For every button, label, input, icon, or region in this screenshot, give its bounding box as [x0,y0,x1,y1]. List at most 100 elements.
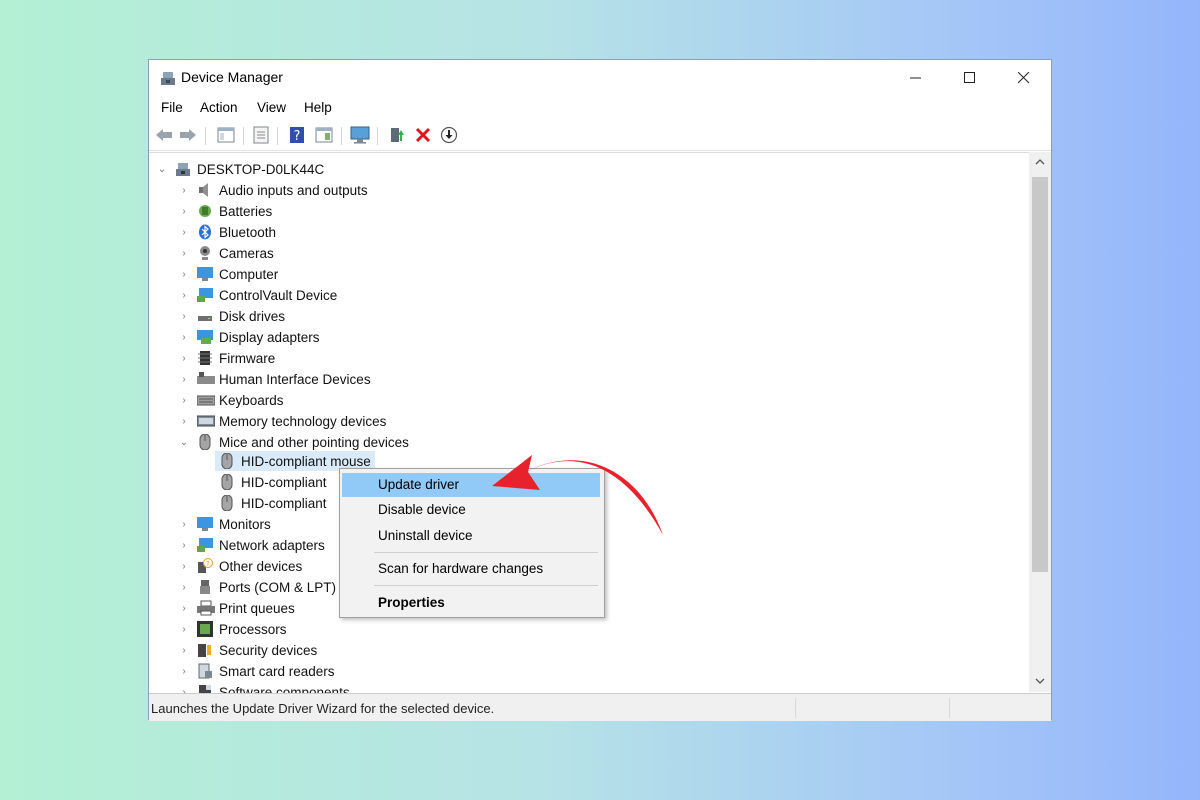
bluetooth-icon [197,224,213,240]
update-driver-toolbar-button[interactable] [386,124,408,146]
category-label: Ports (COM & LPT) [219,579,337,595]
tree-category[interactable]: › Bluetooth [179,222,276,242]
other-devices-icon: ? [197,558,213,574]
scroll-up-icon[interactable] [1035,158,1045,166]
category-label: Audio inputs and outputs [219,182,368,198]
help-icon: ? [290,127,304,144]
ctx-separator [374,552,598,553]
toolbar-separator [377,127,378,145]
device-manager-icon [161,72,175,85]
menu-help[interactable]: Help [304,100,332,115]
scroll-thumb[interactable] [1032,177,1048,572]
collapsed-caret-icon: › [182,226,186,238]
collapsed-caret-icon: › [182,602,186,614]
show-hide-console-tree-button[interactable] [215,124,237,146]
ctx-scan-hardware[interactable]: Scan for hardware changes [340,557,602,581]
collapsed-caret-icon: › [182,415,186,427]
category-label: Security devices [219,642,318,658]
window-title: Device Manager [181,69,283,85]
scan-hardware-button[interactable] [349,124,371,146]
category-label: Firmware [219,350,276,366]
tree-category[interactable]: › Firmware [179,348,275,368]
disk-drive-icon [197,308,213,324]
back-button[interactable] [153,124,175,146]
minimize-icon [910,77,921,79]
tree-category[interactable]: › Computer [179,264,278,284]
category-label: Print queues [219,600,295,616]
tree-category[interactable]: › ControlVault Device [179,285,337,305]
minimize-button[interactable] [889,60,943,96]
category-label: Computer [219,266,279,282]
tree-category[interactable]: › Smart card readers [179,661,335,681]
svg-text:?: ? [294,129,301,144]
tree-category[interactable]: › Disk drives [179,306,285,326]
enable-device-toolbar-button[interactable] [438,124,460,146]
uninstall-device-toolbar-button[interactable] [412,124,434,146]
menu-view[interactable]: View [257,100,286,115]
tree-category[interactable]: › Security devices [179,640,317,660]
mouse-icon [219,452,235,470]
software-component-icon [197,684,213,693]
collapsed-caret-icon: › [182,247,186,259]
tree-device[interactable]: HID-compliant [215,472,327,492]
maximize-icon [964,72,975,83]
root-label: DESKTOP-D0LK44C [197,161,325,177]
mouse-icon [197,433,213,451]
memory-icon [196,413,216,429]
tree-category[interactable]: › Cameras [179,243,273,263]
toolbar-separator [341,127,342,145]
ctx-uninstall-device[interactable]: Uninstall device [340,524,602,548]
tree-root[interactable]: ⌄ DESKTOP-D0LK44C [157,159,325,179]
expanded-caret-icon: ⌄ [157,163,167,175]
ctx-disable-device[interactable]: Disable device [340,498,602,522]
download-circle-icon [440,126,458,144]
properties-toolbar-button[interactable] [250,124,272,146]
toolbar-separator [243,127,244,145]
tree-category[interactable]: › Print queues [179,598,295,618]
menu-file[interactable]: File [161,100,183,115]
tree-category[interactable]: › Ports (COM & LPT) [179,577,336,597]
collapsed-caret-icon: › [182,331,186,343]
vertical-scrollbar[interactable] [1029,152,1051,692]
tree-category[interactable]: › Monitors [179,514,270,534]
collapsed-caret-icon: › [182,289,186,301]
tree-category[interactable]: › Processors [179,619,287,639]
tree-category[interactable]: › Network adapters [179,535,325,555]
tree-category[interactable]: › Human Interface Devices [179,369,370,389]
collapsed-caret-icon: › [182,518,186,530]
speaker-icon [197,182,213,198]
status-divider [795,698,796,718]
show-action-pane-button[interactable] [313,124,335,146]
scroll-down-icon[interactable] [1035,677,1045,685]
ctx-update-driver[interactable]: Update driver [342,473,600,497]
forward-button[interactable] [177,124,199,146]
ctx-properties[interactable]: Properties [340,591,602,615]
collapsed-caret-icon: › [182,539,186,551]
tree-device[interactable]: HID-compliant [215,493,327,513]
title-bar: Device Manager [149,60,1051,96]
tree-category[interactable]: › Software components [179,682,350,693]
menu-action[interactable]: Action [200,100,238,115]
mouse-icon [219,473,235,491]
close-button[interactable] [997,60,1051,96]
tree-category[interactable]: › Memory technology devices [179,411,386,431]
category-label: Network adapters [219,537,325,553]
tree-category[interactable]: › Keyboards [179,390,283,410]
forward-arrow-icon [180,129,196,141]
tree-category-expanded[interactable]: ⌄ Mice and other pointing devices [179,432,409,452]
context-menu: Update driver Disable device Uninstall d… [339,468,605,618]
tree-category[interactable]: › Batteries [179,201,272,221]
red-x-icon [415,127,431,143]
back-arrow-icon [156,129,172,141]
tree-category[interactable]: › Audio inputs and outputs [179,180,368,200]
collapsed-caret-icon: › [182,394,186,406]
tree-category[interactable]: › Display adapters [179,327,319,347]
smart-card-reader-icon [197,663,213,679]
help-toolbar-button[interactable]: ? [286,124,308,146]
collapsed-caret-icon: › [182,623,186,635]
maximize-button[interactable] [943,60,997,96]
ctx-item-label: Scan for hardware changes [378,561,544,576]
printer-icon [197,600,215,616]
collapsed-caret-icon: › [182,373,186,385]
tree-category[interactable]: › ? Other devices [179,556,302,576]
